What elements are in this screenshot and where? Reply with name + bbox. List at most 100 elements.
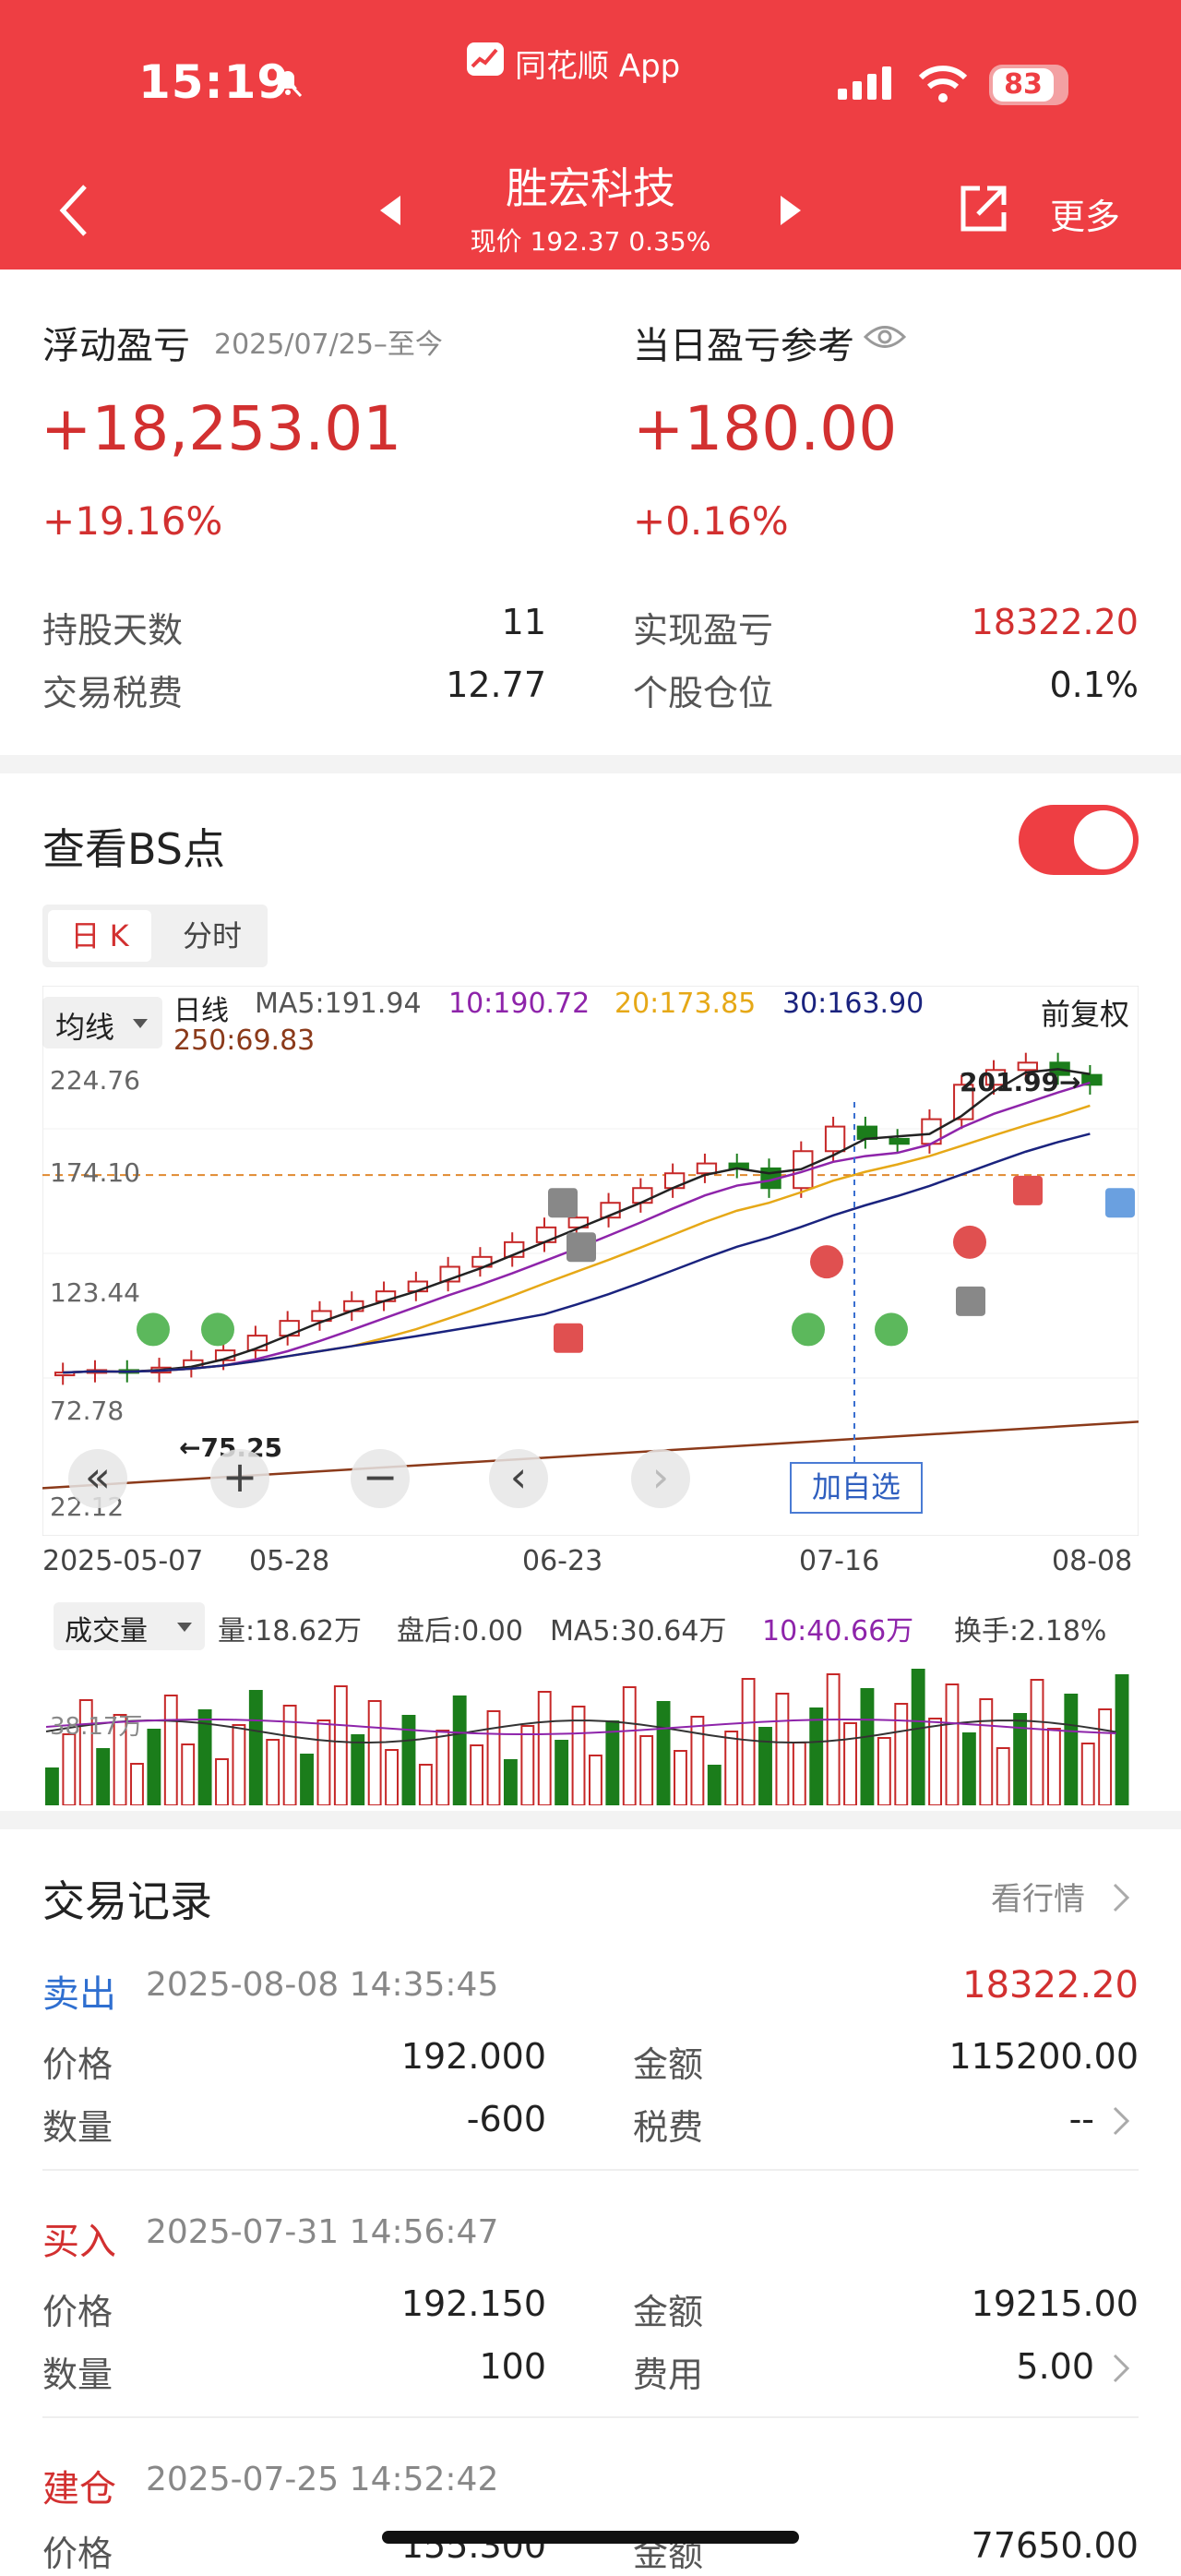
turnover-value: 换手:2.18%	[954, 1615, 1107, 1647]
volume-bar	[300, 1754, 314, 1806]
volume-bar	[181, 1743, 196, 1806]
volume-bar	[656, 1701, 671, 1806]
signal-marker	[875, 1312, 908, 1347]
qty-value: -600	[466, 2099, 546, 2139]
volume-bar	[1046, 1728, 1061, 1806]
after-hours-value: 盘后:0.00	[397, 1615, 523, 1647]
add-watchlist-button[interactable]: 加自选	[790, 1462, 923, 1514]
chevron-right-icon[interactable]	[1111, 1881, 1131, 1914]
day-pnl-label: 当日盈亏参考	[633, 325, 854, 367]
volume-bar	[622, 1686, 637, 1806]
realized-pnl-label: 实现盈亏	[633, 610, 774, 651]
signal-marker	[201, 1312, 234, 1347]
volume-bar	[486, 1710, 501, 1806]
volume-bar	[520, 1725, 535, 1806]
candle-body	[856, 1125, 878, 1140]
volume-bar	[961, 1732, 976, 1806]
share-icon[interactable]	[956, 181, 1011, 236]
signal-marker	[810, 1245, 843, 1279]
volume-chart	[42, 1652, 1139, 1806]
volume-bar	[690, 1716, 705, 1806]
volume-bar	[555, 1740, 569, 1806]
next-stock-icon[interactable]	[777, 194, 803, 227]
zoom-out-button[interactable]: −	[351, 1449, 410, 1508]
amount-label: 金额	[633, 2044, 704, 2085]
volume-bar	[605, 1720, 620, 1806]
bs-toggle[interactable]	[1019, 805, 1139, 875]
volume-bar	[758, 1727, 772, 1806]
volume-bar	[1030, 1679, 1044, 1806]
price-label: 价格	[42, 2044, 113, 2085]
candle-body	[696, 1162, 718, 1175]
volume-bar	[503, 1759, 518, 1806]
volume-bar	[470, 1744, 484, 1806]
hold-days-label: 持股天数	[42, 610, 184, 651]
y-label-2: 174.10	[50, 1157, 140, 1188]
signal-marker	[953, 1225, 986, 1259]
vol-ma10-value: 10:40.66万	[762, 1615, 914, 1647]
section-divider	[0, 1811, 1181, 1829]
trade-time: 2025-07-31 14:56:47	[146, 2213, 499, 2251]
realized-pnl-value: 18322.20	[971, 602, 1139, 642]
volume-bar	[707, 1765, 722, 1806]
volume-bar	[894, 1703, 909, 1806]
volume-bar	[724, 1731, 739, 1806]
volume-bar	[130, 1763, 144, 1806]
bs-marker	[554, 1323, 583, 1353]
price-label: 价格	[42, 2292, 113, 2332]
eye-icon[interactable]	[864, 321, 906, 353]
volume-bar	[45, 1767, 59, 1806]
section-divider	[0, 755, 1181, 773]
scroll-left-fast-button[interactable]: «	[68, 1449, 127, 1508]
volume-bar	[147, 1729, 161, 1806]
position-ratio-label: 个股仓位	[633, 673, 774, 713]
divider	[42, 2169, 1139, 2171]
dropdown-icon	[177, 1623, 192, 1632]
scroll-right-button[interactable]: ›	[631, 1449, 690, 1508]
volume-bar	[266, 1739, 280, 1806]
signal-marker	[792, 1312, 825, 1347]
tax-fee-value: 12.77	[446, 665, 546, 705]
volume-axis-label: 38.17万	[50, 1713, 143, 1741]
bs-marker	[548, 1188, 578, 1218]
scroll-left-button[interactable]: ‹	[489, 1449, 548, 1508]
more-button[interactable]: 更多	[1050, 188, 1120, 239]
volume-bar	[215, 1758, 229, 1806]
volume-bar	[860, 1688, 875, 1806]
bs-marker	[567, 1232, 596, 1263]
y-label-top: 224.76	[50, 1065, 140, 1096]
chevron-right-icon[interactable]	[1111, 2352, 1131, 2385]
candle-body	[632, 1187, 653, 1204]
volume-bar	[775, 1693, 790, 1806]
volume-bar	[385, 1749, 400, 1806]
volume-bar	[741, 1678, 756, 1806]
divider	[42, 2416, 1139, 2418]
view-quote-link[interactable]: 看行情	[991, 1874, 1085, 1919]
volume-bar	[163, 1695, 178, 1806]
volume-bar	[248, 1690, 263, 1806]
x-label-2: 05-28	[249, 1545, 330, 1577]
wifi-icon	[918, 66, 968, 102]
day-pnl-value: +180.00	[633, 393, 898, 464]
zoom-in-button[interactable]: +	[210, 1449, 269, 1508]
bs-marker	[1013, 1175, 1043, 1205]
trade-time: 2025-07-25 14:52:42	[146, 2461, 499, 2498]
volume-select[interactable]: 成交量	[54, 1602, 205, 1650]
volume-bar	[945, 1683, 960, 1806]
fee-value: 5.00	[1016, 2346, 1094, 2387]
volume-bar	[333, 1685, 348, 1806]
volume-bar	[1064, 1694, 1079, 1806]
volume-bar	[639, 1735, 654, 1806]
volume-bar	[877, 1737, 891, 1806]
chevron-right-icon[interactable]	[1111, 2104, 1131, 2138]
tab-day-k[interactable]: 日 K	[48, 910, 151, 962]
battery-icon: 83	[989, 65, 1068, 105]
app-header: 15:19 同花顺 App 83 胜宏科技 现价 192.37 0.35% 更多	[0, 0, 1181, 270]
app-logo-icon	[467, 42, 504, 76]
volume-bar	[589, 1755, 602, 1806]
volume-bar	[232, 1724, 246, 1806]
volume-bar	[809, 1707, 824, 1806]
volume-bar	[1098, 1708, 1113, 1806]
bs-marker	[1105, 1188, 1135, 1218]
tab-intraday[interactable]: 分时	[162, 910, 262, 962]
